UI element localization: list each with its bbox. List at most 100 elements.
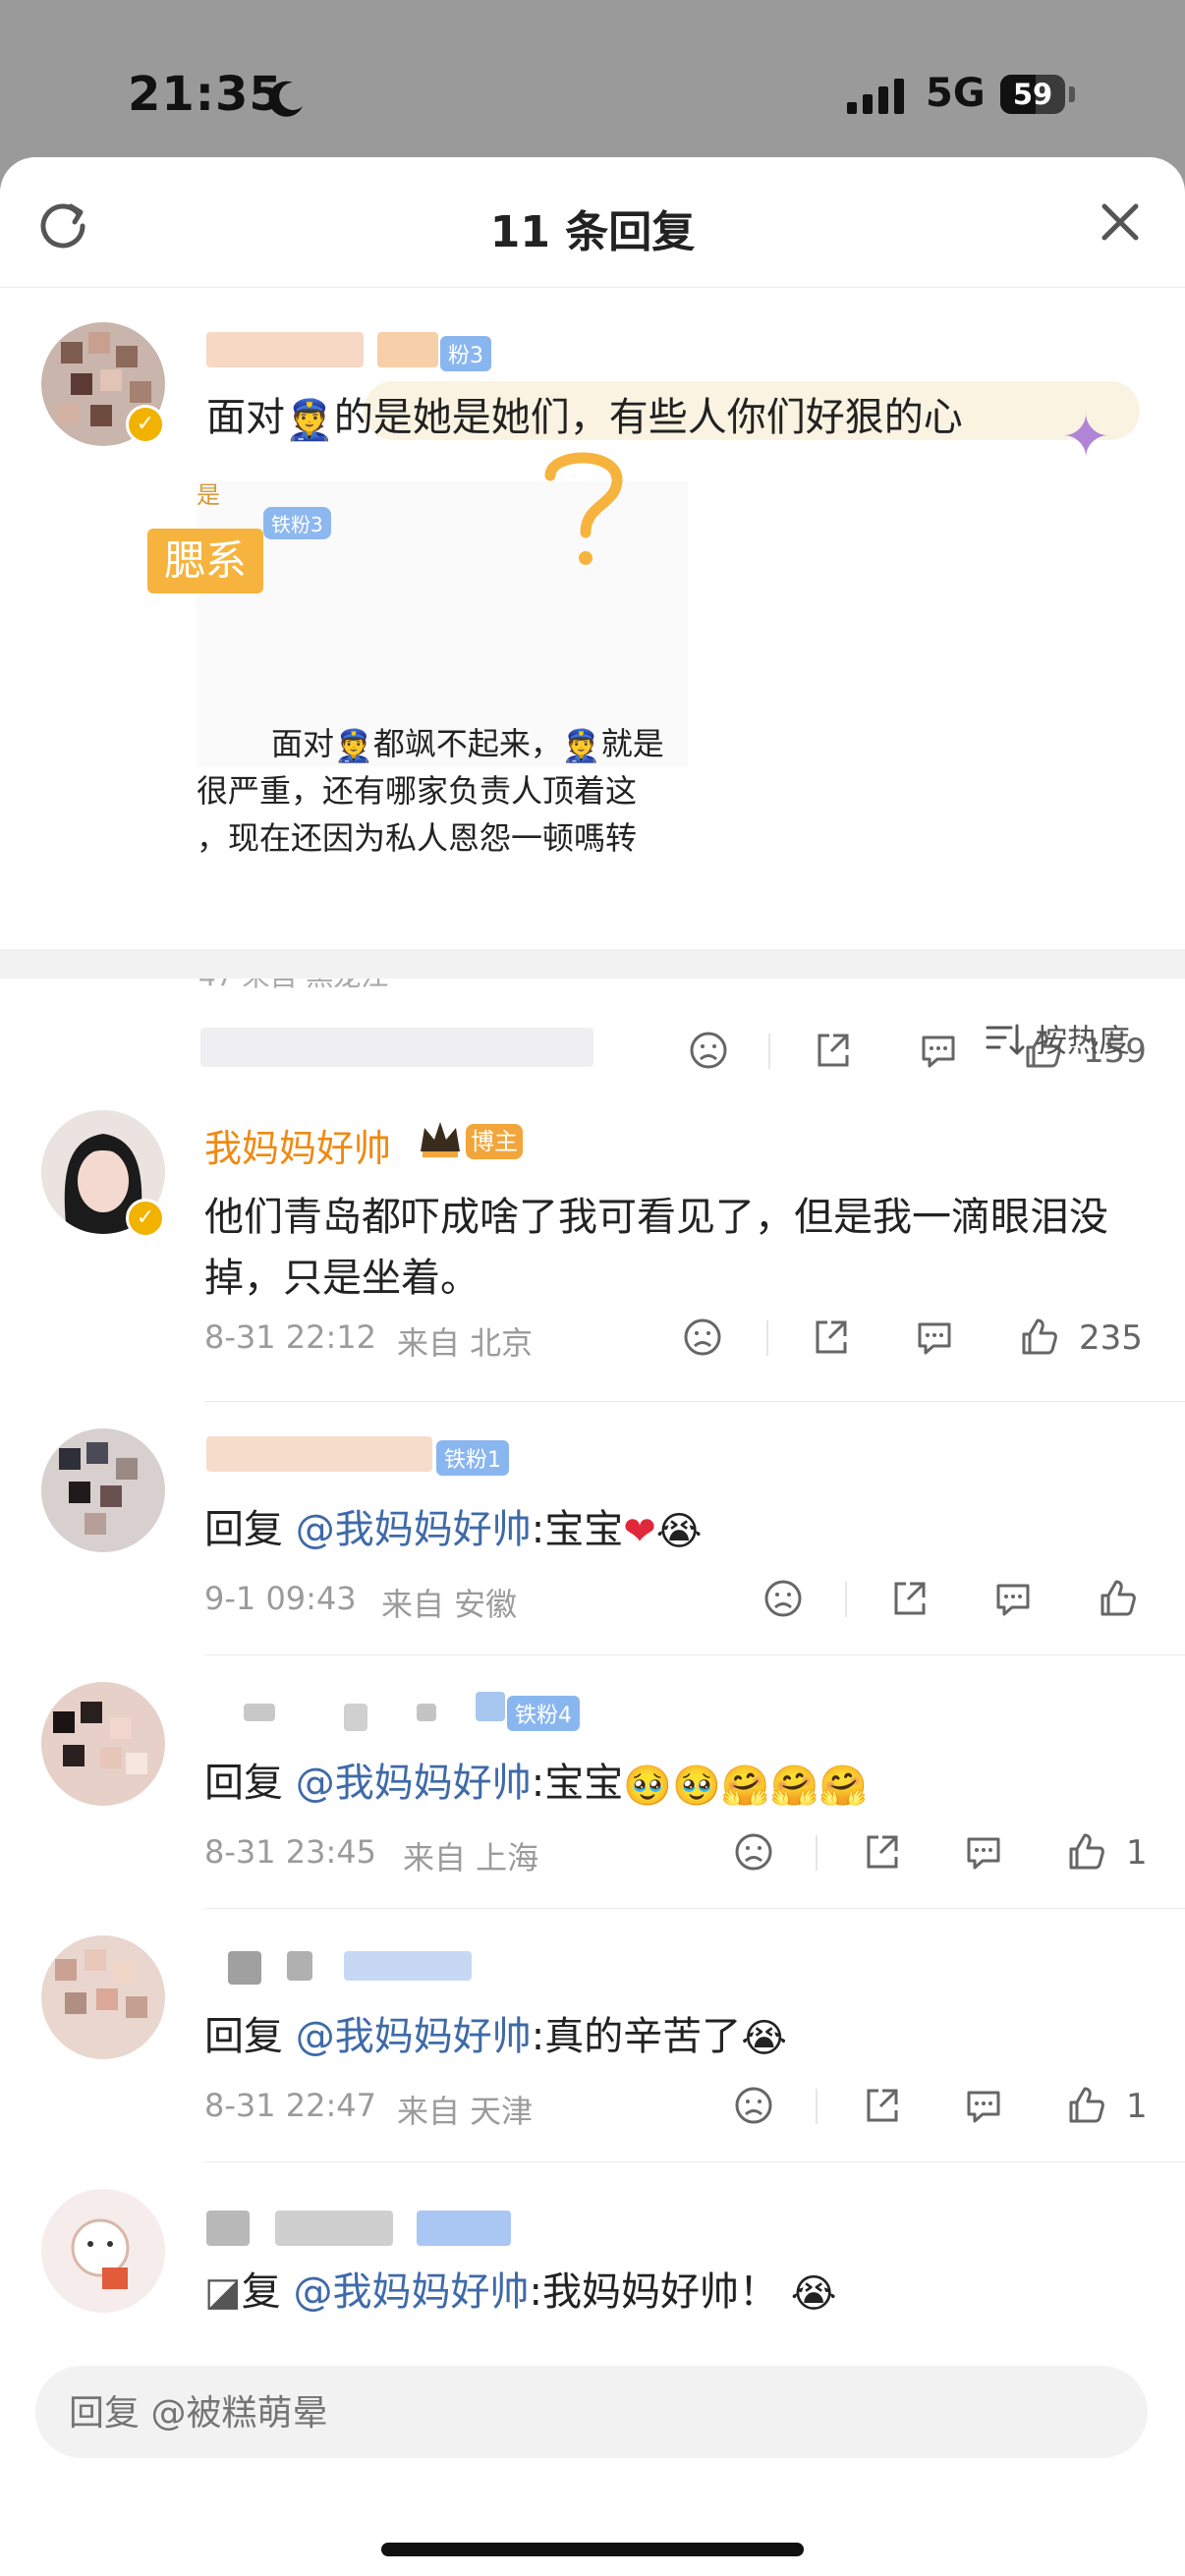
comment-icon[interactable]: [918, 1030, 959, 1071]
original-text-b: 的是她是她们，有些人你们好狠的心: [333, 395, 963, 440]
crying-emoji: 😭: [741, 2016, 787, 2061]
original-fan-badge: 粉3: [440, 336, 491, 371]
status-bar: 21:35 5G 59: [0, 0, 1185, 157]
main-comment-author[interactable]: 我妈妈好帅: [204, 1118, 391, 1172]
battery-cap: [1069, 86, 1075, 102]
reply-name-blur: [244, 1704, 275, 1721]
reply-name-blur-3: [344, 1951, 472, 1981]
sad-face-icon[interactable]: [733, 2085, 774, 2126]
share-icon[interactable]: [861, 2085, 902, 2126]
comment-icon[interactable]: [963, 2085, 1004, 2126]
reply-text: 回复 @我妈妈好帅:真的辛苦了😭: [204, 2014, 787, 2061]
like-icon[interactable]: [1065, 2085, 1106, 2126]
reply-text: ◪复 @我妈妈好帅:我妈妈好帅！ 😭: [204, 2269, 837, 2317]
sad-face-icon[interactable]: [682, 1316, 723, 1358]
mention-link[interactable]: @我妈妈好帅: [296, 2014, 532, 2059]
sad-face-icon[interactable]: [733, 1831, 774, 1873]
mention-link[interactable]: @我妈妈好帅: [296, 1761, 532, 1806]
original-name-blur-2: [377, 332, 438, 367]
reply-avatar[interactable]: [41, 1428, 165, 1552]
action-separator: [768, 1034, 770, 1069]
reply-avatar[interactable]: [41, 1935, 165, 2059]
verified-icon: ✓: [126, 405, 165, 444]
reply-name-blur-4: [476, 1692, 505, 1721]
comment-icon[interactable]: [992, 1578, 1034, 1619]
sad-face-icon[interactable]: [762, 1578, 804, 1619]
action-separator: [816, 2089, 818, 2124]
sad-face-icon[interactable]: [688, 1030, 729, 1071]
reply-name-blur-2: [275, 2211, 393, 2246]
original-text-a: 面对: [206, 395, 285, 440]
hugging-emoji: 🥹🥹🤗🤗🤗: [623, 1763, 869, 1809]
police-emoji: 👮: [334, 727, 373, 764]
action-separator: [816, 1835, 818, 1871]
thread-divider: [204, 1401, 1185, 1402]
like-icon[interactable]: [1097, 1578, 1138, 1619]
reply-time: 8-31 23:45: [204, 1833, 377, 1871]
reply-time: 8-31 22:47: [204, 2087, 377, 2124]
original-name-blur: [206, 332, 364, 367]
action-separator: [845, 1582, 847, 1617]
reply-location: 来自 上海: [403, 1839, 539, 1876]
reply-name-blur: [206, 2211, 250, 2246]
avatar-cartoon: [41, 2189, 165, 2313]
reply-input[interactable]: [67, 2366, 1116, 2460]
signal-icon: [847, 79, 904, 114]
blogger-badge: 博主: [466, 1124, 523, 1159]
battery-indicator: 59: [1000, 75, 1065, 114]
quote-line-3: ，现在还因为私人恩怨一顿嗎转: [197, 819, 638, 857]
quote-line-1: 面对👮都飒不起来，👮就是: [271, 725, 664, 764]
sheet-title: 11 条回复: [489, 207, 696, 257]
police-emoji: 👮: [561, 727, 601, 764]
reply-text: 回复 @我妈妈好帅:宝宝❤😭: [204, 1507, 703, 1554]
sheet-header: 11 条回复: [0, 157, 1185, 288]
sort-button[interactable]: 按热度: [1036, 1016, 1130, 1061]
yellow-tag: 腮系: [147, 529, 263, 593]
sort-icon[interactable]: [986, 1022, 1025, 1057]
reply-fan-badge: 铁粉1: [436, 1440, 509, 1476]
mention-link[interactable]: @我妈妈好帅: [296, 1507, 532, 1552]
mention-link[interactable]: @我妈妈好帅: [294, 2269, 530, 2315]
original-meta-blur: [200, 1028, 593, 1067]
reply-text: 回复 @我妈妈好帅:宝宝🥹🥹🤗🤗🤗: [204, 1761, 869, 1809]
quote-author-initial: 是: [197, 481, 220, 509]
moon-icon: [268, 81, 303, 117]
reply-avatar[interactable]: [41, 2189, 165, 2313]
reply-avatar[interactable]: [41, 1682, 165, 1806]
reply-sheet: 11 条回复 ✓ 粉3 面对👮的是她是她们，有些人你们好狠的心 ✦ 是 铁粉3 …: [0, 157, 1185, 2576]
like-icon[interactable]: [1065, 1831, 1106, 1873]
main-comment-like-count: 235: [1079, 1318, 1143, 1358]
reply-fan-badge: 铁粉4: [507, 1696, 580, 1731]
comment-icon[interactable]: [914, 1316, 955, 1358]
reply-name-blur: [206, 1436, 432, 1472]
reply-like-count: 1: [1126, 1833, 1148, 1873]
thread-divider: [204, 2161, 1185, 2162]
share-icon[interactable]: [861, 1831, 902, 1873]
comment-icon[interactable]: [963, 1831, 1004, 1873]
thread-divider: [204, 1908, 1185, 1909]
reply-name-blur-3: [417, 1704, 436, 1721]
share-icon[interactable]: [810, 1316, 851, 1358]
thread-divider: [204, 1654, 1185, 1655]
share-icon[interactable]: [888, 1578, 930, 1619]
crying-emoji: 😭: [655, 1509, 703, 1554]
reply-location: 来自 天津: [397, 2093, 534, 2130]
close-icon[interactable]: [1097, 198, 1144, 246]
reply-name-blur-3: [417, 2211, 511, 2246]
share-icon[interactable]: [812, 1030, 853, 1071]
reply-name-blur-2: [344, 1704, 367, 1731]
main-comment-time: 8-31 22:12: [204, 1318, 377, 1356]
reply-composer[interactable]: [35, 2366, 1148, 2460]
reply-name-blur: [228, 1951, 261, 1985]
verified-icon: ✓: [126, 1199, 165, 1238]
main-comment-location: 来自 北京: [397, 1324, 534, 1362]
like-icon[interactable]: [1018, 1316, 1059, 1358]
crown-icon: [421, 1122, 460, 1157]
main-comment-text: 他们青岛都吓成啥了我可看见了，但是我一滴眼泪没掉，只是坐着。: [204, 1195, 1108, 1301]
action-separator: [766, 1320, 768, 1356]
status-time: 21:35: [128, 67, 283, 122]
network-label: 5G: [926, 71, 986, 116]
reply-like-count: 1: [1126, 2087, 1148, 2126]
quote-line-2: 很严重，还有哪家负责人顶着这: [197, 772, 638, 810]
reply-time: 9-1 09:43: [204, 1580, 357, 1617]
